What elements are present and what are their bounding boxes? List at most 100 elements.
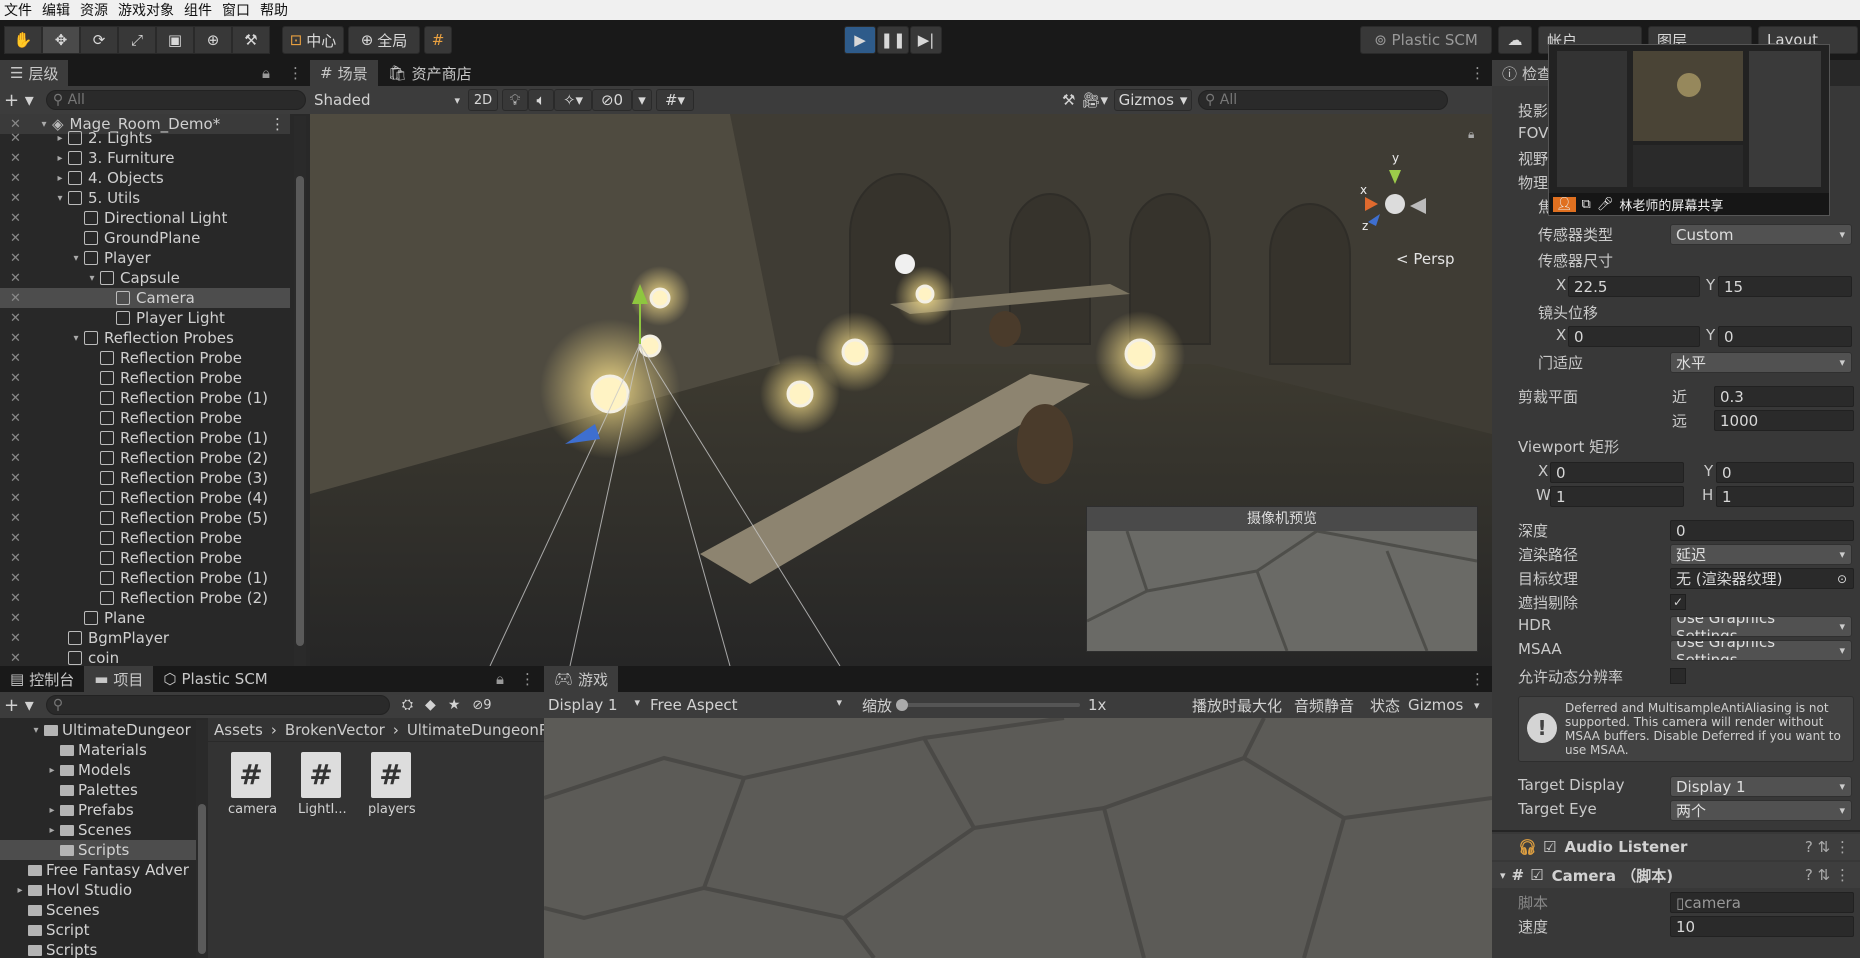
asset-camera[interactable]: # camera <box>228 752 277 817</box>
viewport-x-field[interactable]: 0 <box>1550 462 1684 483</box>
menu-help[interactable]: 帮助 <box>256 0 294 20</box>
hdr-dropdown[interactable]: Use Graphics Settings <box>1670 616 1852 637</box>
hierarchy-search[interactable]: ⚲ All <box>45 90 306 110</box>
project-folder-item[interactable]: Scripts <box>0 940 196 958</box>
visibility-icon[interactable]: ✕ <box>10 331 21 346</box>
project-folder-item[interactable]: Scripts <box>0 840 196 860</box>
menu-file[interactable]: 文件 <box>0 0 38 20</box>
cloud-icon[interactable]: ☁ <box>1498 26 1532 54</box>
hand-tool-icon[interactable]: ✋ <box>4 26 42 54</box>
gate-fit-dropdown[interactable]: 水平 <box>1670 352 1852 373</box>
lock-icon[interactable]: 🔒︎ <box>496 670 504 688</box>
project-tree-scrollbar[interactable] <box>196 720 208 958</box>
hierarchy-item[interactable]: ✕ Player Light <box>0 308 290 328</box>
tab-project[interactable]: ▬ 项目 <box>84 666 154 692</box>
hierarchy-item[interactable]: ✕ coin <box>0 648 290 668</box>
visibility-icon[interactable]: ✕ <box>10 571 21 586</box>
hierarchy-item[interactable]: ✕ BgmPlayer <box>0 628 290 648</box>
project-folder-item[interactable]: Free Fantasy Adver <box>0 860 196 880</box>
camera-icon[interactable]: 🎥︎▾ <box>1081 91 1108 109</box>
expand-arrow-icon[interactable]: ▸ <box>14 885 26 896</box>
project-folder-item[interactable]: Script <box>0 920 196 940</box>
camera-script-enabled-icon[interactable]: ☑ <box>1530 866 1543 884</box>
project-folder-item[interactable]: Scenes <box>0 900 196 920</box>
shift-y-field[interactable]: 0 <box>1718 326 1852 347</box>
label-icon[interactable]: ◆ <box>425 697 436 713</box>
kebab-menu-icon[interactable]: ⋮ <box>288 64 303 82</box>
msaa-dropdown[interactable]: Use Graphics Settings <box>1670 640 1852 661</box>
hierarchy-item[interactable]: ✕ ▾ 5. Utils <box>0 188 290 208</box>
add-icon[interactable]: + ▾ <box>4 90 34 111</box>
shading-dropdown[interactable]: Shaded ▾ <box>314 89 464 111</box>
move-tool-icon[interactable]: ✥ <box>42 26 80 54</box>
chevron-down-icon[interactable]: ▾ <box>1474 699 1480 712</box>
expand-arrow-icon[interactable]: ▾ <box>70 333 82 344</box>
sensor-type-dropdown[interactable]: Custom <box>1670 224 1852 245</box>
breadcrumb-assets[interactable]: Assets <box>214 721 263 739</box>
asset-lighti[interactable]: # LightI... <box>298 752 347 817</box>
hierarchy-item[interactable]: ✕ Reflection Probe (3) <box>0 468 290 488</box>
expand-arrow-icon[interactable]: ▸ <box>46 805 58 816</box>
expand-arrow-icon[interactable]: ▾ <box>70 253 82 264</box>
expand-arrow-icon[interactable]: ▸ <box>54 153 66 164</box>
audio-listener-header[interactable]: 🎧︎ ☑ Audio Listener ? ⇅ ⋮ <box>1492 834 1860 860</box>
favorite-icon[interactable]: ★ <box>448 697 461 713</box>
hierarchy-item[interactable]: ✕ ▾ Player <box>0 248 290 268</box>
grid-toggle-icon[interactable]: #▾ <box>656 89 694 111</box>
visibility-icon[interactable]: ✕ <box>10 131 21 146</box>
component-menu-icon[interactable]: ? ⇅ ⋮ <box>1805 838 1850 856</box>
visibility-icon[interactable]: ✕ <box>10 351 21 366</box>
project-search[interactable]: ⚲ <box>45 695 390 715</box>
game-viewport[interactable] <box>544 718 1492 958</box>
sensor-y-field[interactable]: 15 <box>1718 276 1852 297</box>
tab-hierarchy[interactable]: ☰ 层级 <box>0 60 69 86</box>
render-path-dropdown[interactable]: 延迟 <box>1670 544 1852 565</box>
project-folder-item[interactable]: Palettes <box>0 780 196 800</box>
near-field[interactable]: 0.3 <box>1714 386 1854 407</box>
visibility-icon[interactable]: ✕ <box>10 531 21 546</box>
depth-field[interactable]: 0 <box>1670 520 1854 541</box>
viewport-y-field[interactable]: 0 <box>1716 462 1854 483</box>
screen-share-overlay[interactable]: 👤︎ ⧉ 🎤︎ 林老师的屏幕共享 <box>1548 44 1830 216</box>
hierarchy-item[interactable]: ✕ Reflection Probe (1) <box>0 388 290 408</box>
visibility-icon[interactable]: ✕ <box>10 431 21 446</box>
visibility-icon[interactable]: ✕ <box>10 511 21 526</box>
play-icon[interactable]: ▶ <box>844 26 876 54</box>
hierarchy-item[interactable]: ✕ Reflection Probe <box>0 548 290 568</box>
visibility-icon[interactable]: ✕ <box>10 631 21 646</box>
hierarchy-scrollbar[interactable] <box>294 116 306 666</box>
hierarchy-item[interactable]: ✕ Reflection Probe <box>0 408 290 428</box>
plastic-scm-button[interactable]: ⊚ Plastic SCM <box>1360 26 1492 54</box>
global-toggle[interactable]: ⊕ 全局 <box>348 26 420 54</box>
persp-label[interactable]: < Persp <box>1396 250 1455 268</box>
component-menu-icon[interactable]: ? ⇅ ⋮ <box>1805 866 1850 884</box>
viewport-w-field[interactable]: 1 <box>1550 486 1684 507</box>
tab-game[interactable]: 🎮︎ 游戏 <box>544 666 619 692</box>
gizmos-dropdown[interactable]: Gizmos ▾ <box>1114 89 1193 111</box>
custom-tool-icon[interactable]: ⚒ <box>232 26 270 54</box>
lighting-icon[interactable]: 💡︎ <box>502 89 528 111</box>
expand-arrow-icon[interactable]: ▾ <box>86 273 98 284</box>
audio-listener-enabled-icon[interactable]: ☑ <box>1543 838 1556 856</box>
hierarchy-item[interactable]: ✕ Reflection Probe <box>0 368 290 388</box>
lock-icon[interactable]: 🔒︎ <box>1468 127 1474 141</box>
visibility-icon[interactable]: ✕ <box>10 151 21 166</box>
sensor-x-field[interactable]: 22.5 <box>1568 276 1700 297</box>
visibility-icon[interactable]: ✕ <box>10 391 21 406</box>
hierarchy-item[interactable]: ✕ ▸ 2. Lights <box>0 128 290 148</box>
hierarchy-item[interactable]: ✕ Reflection Probe (1) <box>0 428 290 448</box>
project-folder-item[interactable]: ▾ UltimateDungeor <box>0 720 196 740</box>
grid-snap-icon[interactable]: # <box>424 26 452 54</box>
audio-icon[interactable]: 🔈︎ <box>528 89 554 111</box>
visibility-icon[interactable]: ✕ <box>10 191 21 206</box>
kebab-menu-icon[interactable]: ⋮ <box>520 670 535 688</box>
target-texture-field[interactable]: 无 (渲染器纹理) ⊙ <box>1670 568 1854 589</box>
project-folder-item[interactable]: ▸ Models <box>0 760 196 780</box>
expand-arrow-icon[interactable]: ▸ <box>46 825 58 836</box>
effects-icon[interactable]: ✧▾ <box>554 89 592 111</box>
visibility-icon[interactable]: ✕ <box>10 411 21 426</box>
hidden-objects-toggle[interactable]: ⊘ 0 <box>592 89 632 111</box>
transform-tool-icon[interactable]: ⊕ <box>194 26 232 54</box>
visibility-icon[interactable]: ✕ <box>10 451 21 466</box>
scale-slider[interactable] <box>896 699 1081 711</box>
